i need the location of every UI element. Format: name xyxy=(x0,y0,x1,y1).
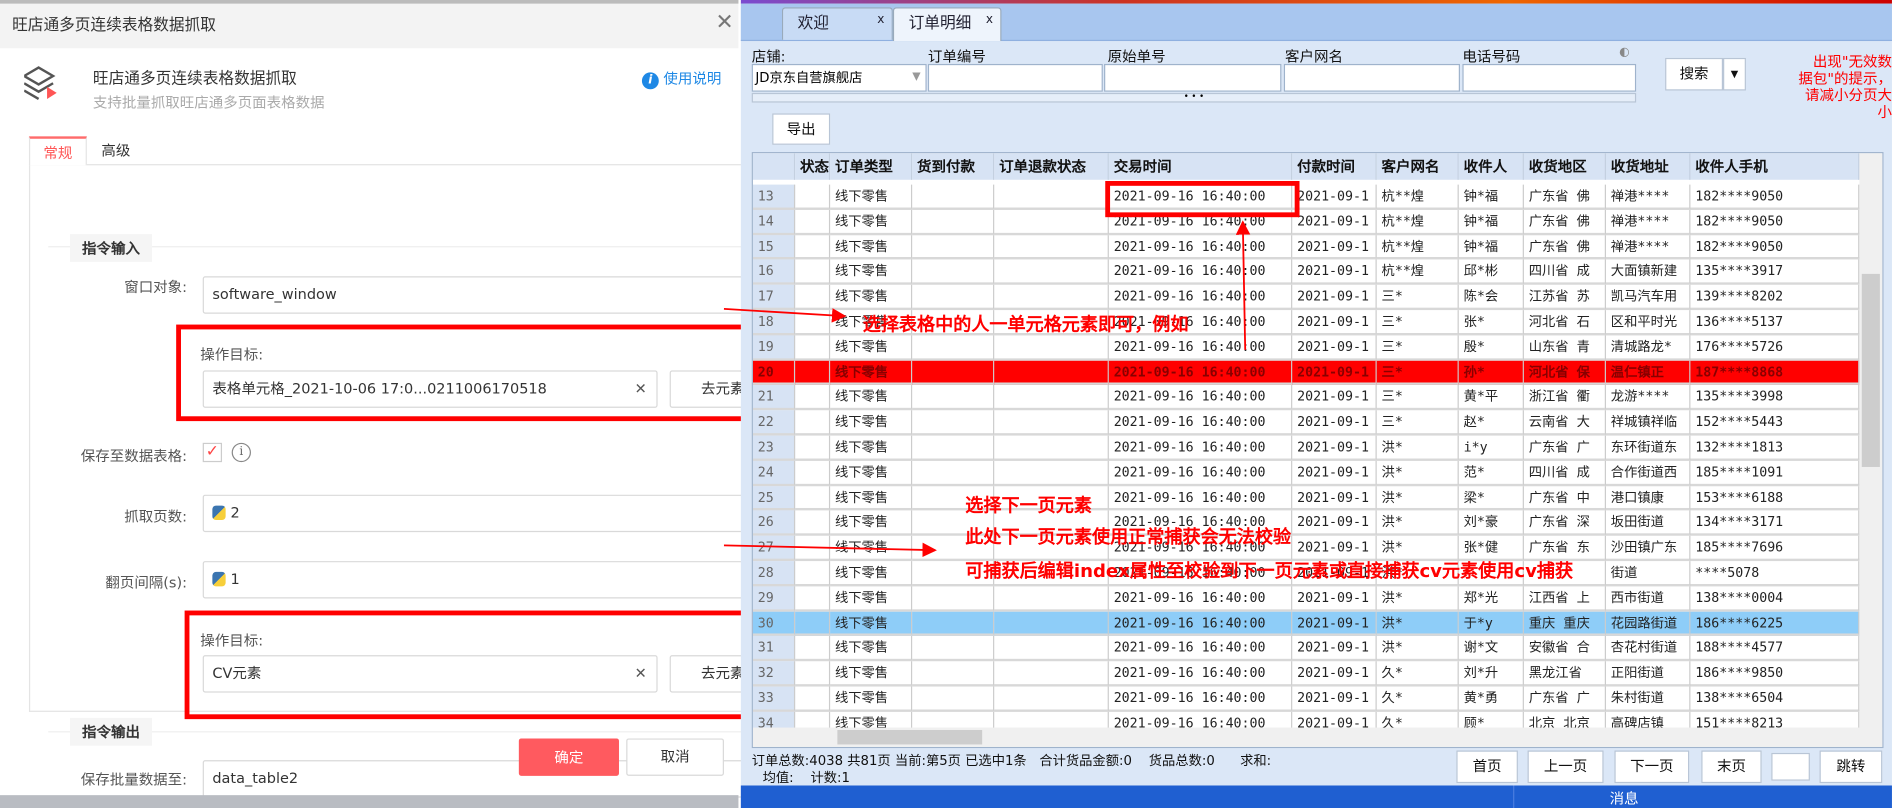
arrow-to-cell-hint xyxy=(723,307,847,323)
annotation-next-hint-1: 选择下一页元素 xyxy=(965,494,1092,517)
arrow-to-highlight-cell xyxy=(1235,220,1251,350)
annotation-arrows xyxy=(723,220,1251,558)
annotation-next-hint-2: 此处下一页元素使用正常捕获会无法校验 xyxy=(965,526,1292,548)
annotation-cell-hint: 选择表格中的人一单元格元素即可，例如 xyxy=(862,313,1189,336)
annotation-next-hint-3: 可捕获后编辑index属性至校验到下一页元素或直接捕获cv元素使用cv捕获 xyxy=(965,559,1574,582)
arrow-to-next-hint xyxy=(723,542,937,558)
